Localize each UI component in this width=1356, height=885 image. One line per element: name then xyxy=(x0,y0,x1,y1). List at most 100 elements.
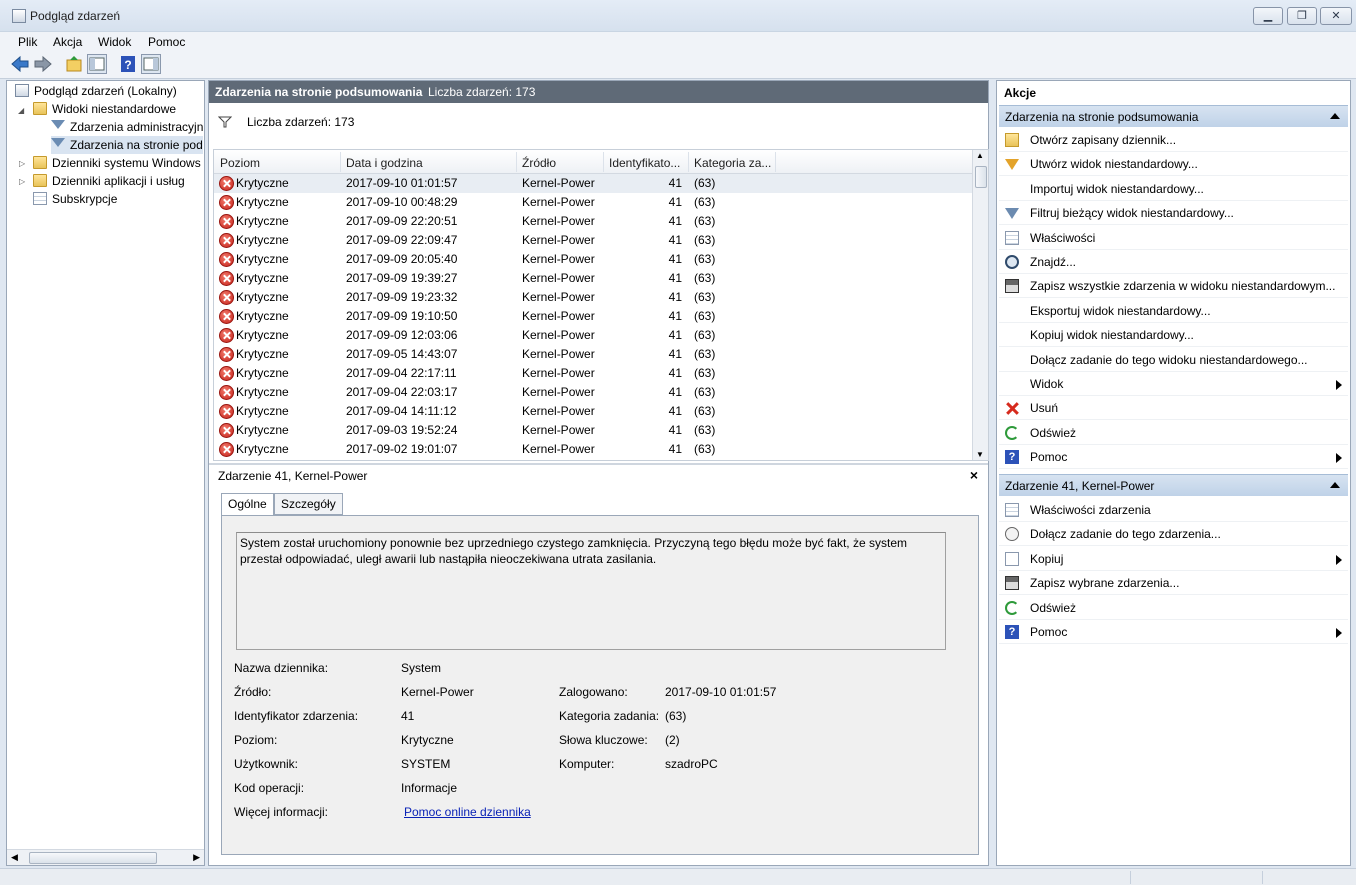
scroll-up-icon[interactable]: ▲ xyxy=(976,151,984,160)
column-separator[interactable] xyxy=(516,152,517,172)
tab-general[interactable]: Ogólne xyxy=(221,493,274,517)
show-hide-action-pane-button[interactable] xyxy=(141,54,161,74)
action-item[interactable]: Eksportuj widok niestandardowy... xyxy=(999,299,1348,323)
menu-file[interactable]: Plik xyxy=(18,35,37,49)
action-label: Filtruj bieżący widok niestandardowy... xyxy=(1030,206,1234,221)
action-item[interactable]: Usuń xyxy=(999,396,1348,421)
action-label: Eksportuj widok niestandardowy... xyxy=(1030,303,1211,318)
action-item[interactable]: Właściwości zdarzenia xyxy=(999,498,1348,522)
action-item[interactable]: Utwórz widok niestandardowy... xyxy=(999,152,1348,177)
table-vertical-scrollbar[interactable]: ▲ ▼ xyxy=(972,150,988,460)
tree-windows-logs[interactable]: Dzienniki systemu Windows xyxy=(33,154,201,172)
table-row[interactable]: Krytyczne 2017-09-09 20:05:40 Kernel-Power… xyxy=(214,250,974,269)
collapsed-arrow-icon[interactable]: ▷ xyxy=(19,177,25,186)
minimize-button[interactable]: ▁ xyxy=(1253,7,1283,25)
forward-button[interactable] xyxy=(33,54,53,74)
action-item[interactable]: Dołącz zadanie do tego zdarzenia... xyxy=(999,522,1348,547)
table-row[interactable]: Krytyczne 2017-09-10 00:48:29 Kernel-Power… xyxy=(214,193,974,212)
online-help-link[interactable]: Pomoc online dziennika xyxy=(404,805,531,819)
close-detail-icon[interactable]: × xyxy=(970,467,978,483)
help-button[interactable]: ? xyxy=(118,54,138,74)
action-item[interactable]: Zapisz wszystkie zdarzenia w widoku nies… xyxy=(999,274,1348,299)
table-row[interactable]: Krytyczne 2017-09-09 19:23:32 Kernel-Power… xyxy=(214,288,974,307)
column-level[interactable]: Poziom xyxy=(220,156,260,170)
action-item[interactable]: Importuj widok niestandardowy... xyxy=(999,177,1348,201)
expanded-arrow-icon[interactable]: ◢ xyxy=(18,106,24,115)
tab-details[interactable]: Szczegóły xyxy=(274,493,343,515)
task-category-label: Kategoria zadania: xyxy=(559,709,660,723)
column-source[interactable]: Źródło xyxy=(522,156,556,170)
table-row[interactable]: Krytyczne 2017-09-10 01:01:57 Kernel-Power… xyxy=(214,174,974,193)
action-item[interactable]: Otwórz zapisany dziennik... xyxy=(999,128,1348,152)
show-hide-tree-button[interactable] xyxy=(87,54,107,74)
table-row[interactable]: Krytyczne 2017-09-09 22:09:47 Kernel-Power… xyxy=(214,231,974,250)
table-row[interactable]: Krytyczne 2017-09-02 19:01:07 Kernel-Power… xyxy=(214,440,974,459)
actions-section-summary[interactable]: Zdarzenia na stronie podsumowania xyxy=(999,105,1348,127)
close-icon: ✕ xyxy=(1331,10,1341,22)
menu-help[interactable]: Pomoc xyxy=(148,35,185,49)
console-tree-icon xyxy=(89,57,105,71)
cell-task-category: (63) xyxy=(694,290,716,304)
tree-app-logs[interactable]: Dzienniki aplikacji i usług xyxy=(33,172,185,190)
column-separator[interactable] xyxy=(688,152,689,172)
column-separator[interactable] xyxy=(603,152,604,172)
scroll-right-icon[interactable]: ▶ xyxy=(193,852,200,863)
delete-icon xyxy=(1005,401,1019,415)
up-folder-button[interactable] xyxy=(64,54,84,74)
maximize-button[interactable]: ❐ xyxy=(1287,7,1317,25)
event-description[interactable]: System został uruchomiony ponownie bez u… xyxy=(236,532,946,650)
action-item[interactable]: Kopiuj widok niestandardowy... xyxy=(999,323,1348,348)
table-row[interactable]: Krytyczne 2017-09-03 19:52:24 Kernel-Power… xyxy=(214,421,974,440)
table-row[interactable]: Krytyczne 2017-09-09 19:39:27 Kernel-Power… xyxy=(214,269,974,288)
back-button[interactable] xyxy=(10,54,30,74)
table-row[interactable]: Krytyczne 2017-09-04 22:03:17 Kernel-Power… xyxy=(214,383,974,402)
scroll-down-icon[interactable]: ▼ xyxy=(976,450,984,459)
table-row[interactable]: Krytyczne 2017-09-09 19:10:50 Kernel-Power… xyxy=(214,307,974,326)
tree-subscriptions[interactable]: Subskrypcje xyxy=(33,190,117,208)
scroll-thumb[interactable] xyxy=(975,166,987,188)
column-event-id[interactable]: Identyfikato... xyxy=(609,156,680,170)
action-item[interactable]: Widok xyxy=(999,372,1348,396)
action-item[interactable]: ? Pomoc xyxy=(999,445,1348,470)
action-item[interactable]: ? Pomoc xyxy=(999,620,1348,644)
tree-root[interactable]: Podgląd zdarzeń (Lokalny) xyxy=(15,82,177,100)
scroll-thumb[interactable] xyxy=(29,852,157,864)
tree-summary-events[interactable]: Zdarzenia na stronie pod xyxy=(51,136,203,154)
table-row[interactable]: Krytyczne 2017-09-04 22:17:11 Kernel-Power… xyxy=(214,364,974,383)
table-row[interactable]: Krytyczne 2017-09-05 14:43:07 Kernel-Power… xyxy=(214,345,974,364)
table-row[interactable]: Krytyczne 2017-09-04 14:11:12 Kernel-Power… xyxy=(214,402,974,421)
cell-task-category: (63) xyxy=(694,195,716,209)
action-label: Pomoc xyxy=(1030,450,1068,465)
collapsed-arrow-icon[interactable]: ▷ xyxy=(19,159,25,168)
action-item[interactable]: Zapisz wybrane zdarzenia... xyxy=(999,571,1348,596)
menu-view[interactable]: Widok xyxy=(98,35,131,49)
action-item[interactable]: Znajdź... xyxy=(999,250,1348,274)
column-separator[interactable] xyxy=(775,152,776,172)
scroll-left-icon[interactable]: ◀ xyxy=(11,852,18,863)
menu-action[interactable]: Akcja xyxy=(53,35,82,49)
collapse-icon[interactable] xyxy=(1330,482,1340,488)
table-row[interactable]: Krytyczne 2017-09-09 12:03:06 Kernel-Power… xyxy=(214,326,974,345)
table-row[interactable]: Krytyczne 2017-09-09 22:20:51 Kernel-Power… xyxy=(214,212,974,231)
column-separator[interactable] xyxy=(340,152,341,172)
help-icon: ? xyxy=(121,56,135,72)
task-category-value: (63) xyxy=(665,709,687,723)
actions-section-event[interactable]: Zdarzenie 41, Kernel-Power xyxy=(999,474,1348,496)
collapse-icon[interactable] xyxy=(1330,113,1340,119)
tree-admin-events[interactable]: Zdarzenia administracyjn xyxy=(51,118,203,136)
properties-icon xyxy=(1005,230,1019,245)
cell-event-id: 41 xyxy=(668,442,682,456)
column-task-category[interactable]: Kategoria za... xyxy=(694,156,771,170)
action-item[interactable]: Dołącz zadanie do tego widoku niestandar… xyxy=(999,348,1348,372)
action-item[interactable]: Filtruj bieżący widok niestandardowy... xyxy=(999,201,1348,226)
tree-horizontal-scrollbar[interactable]: ◀ ▶ xyxy=(7,849,204,865)
logged-label: Zalogowano: xyxy=(559,685,628,699)
column-date[interactable]: Data i godzina xyxy=(346,156,423,170)
action-item[interactable]: Właściwości xyxy=(999,226,1348,250)
action-item[interactable]: Odśwież xyxy=(999,421,1348,445)
tree-custom-views[interactable]: Widoki niestandardowe xyxy=(33,100,176,118)
action-item[interactable]: Odśwież xyxy=(999,596,1348,620)
action-label: Dołącz zadanie do tego zdarzenia... xyxy=(1030,527,1221,542)
action-item[interactable]: Kopiuj xyxy=(999,547,1348,571)
close-button[interactable]: ✕ xyxy=(1320,7,1352,25)
